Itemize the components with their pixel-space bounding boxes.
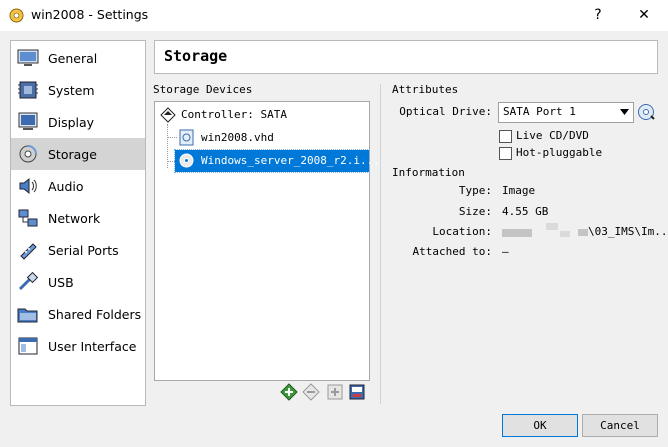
type-label: Type:	[458, 184, 492, 197]
tree-item-optical-disk[interactable]: Windows_server_2008_r2.i...	[174, 149, 380, 173]
hot-pluggable-checkbox[interactable]	[499, 147, 512, 160]
app-icon	[9, 8, 24, 23]
sidebar-item-label: Shared Folders	[48, 307, 142, 322]
system-icon	[18, 81, 38, 99]
sidebar-item-label: General	[48, 51, 98, 66]
sidebar-item-label: Audio	[48, 179, 84, 194]
remove-controller-icon[interactable]	[302, 383, 320, 401]
redacted-path	[546, 223, 558, 230]
remove-attachment-icon[interactable]	[348, 383, 366, 401]
sidebar-item-network[interactable]: Network	[11, 202, 145, 234]
sidebar-item-audio[interactable]: Audio	[11, 170, 145, 202]
sidebar-item-label: Network	[48, 211, 101, 226]
page-title: Storage	[164, 47, 228, 65]
tree-item-hard-disk[interactable]: win2008.vhd	[201, 127, 274, 149]
optical-drive-select[interactable]: SATA Port 1	[498, 102, 634, 123]
tree-line	[167, 137, 177, 138]
attached-to-label: Attached to:	[412, 245, 492, 258]
user-interface-icon	[18, 337, 38, 355]
sidebar-item-label: Serial Ports	[48, 243, 119, 258]
redacted-path	[560, 231, 570, 237]
sidebar-item-system[interactable]: System	[11, 74, 145, 106]
sidebar-item-usb[interactable]: USB	[11, 266, 145, 298]
hard-disk-icon	[179, 129, 194, 146]
sidebar-item-label: Storage	[48, 147, 97, 162]
settings-sidebar: General System Display Storage Audio Net…	[10, 40, 146, 406]
sidebar-item-user-interface[interactable]: User Interface	[11, 330, 145, 362]
tree-item-label: Windows_server_2008_r2.i...	[201, 154, 380, 167]
sidebar-item-label: System	[48, 83, 95, 98]
window-title: win2008 - Settings	[31, 7, 149, 22]
sidebar-item-shared-folders[interactable]: Shared Folders	[11, 298, 145, 330]
chevron-down-icon	[620, 109, 629, 115]
optical-disk-icon	[179, 153, 194, 168]
page-title-box: Storage	[154, 40, 658, 74]
sidebar-item-display[interactable]: Display	[11, 106, 145, 138]
redacted-path	[502, 229, 532, 237]
display-icon	[18, 112, 38, 130]
size-value: 4.55 GB	[502, 205, 549, 218]
sidebar-item-label: Display	[48, 115, 95, 130]
sidebar-item-general[interactable]: General	[11, 42, 145, 74]
usb-icon	[18, 272, 39, 291]
information-label: Information	[392, 166, 465, 179]
panel-separator	[380, 84, 381, 404]
size-label: Size:	[458, 205, 492, 218]
attached-to-value: —	[502, 245, 509, 258]
storage-icon	[19, 145, 37, 163]
live-cd-checkbox[interactable]	[499, 130, 512, 143]
audio-icon	[19, 177, 37, 195]
location-label: Location:	[432, 225, 492, 238]
title-bar: win2008 - Settings ? ✕	[0, 0, 668, 31]
sidebar-item-label: USB	[48, 275, 74, 290]
help-button[interactable]: ?	[585, 4, 611, 26]
type-value: Image	[502, 184, 536, 197]
network-icon	[18, 209, 38, 227]
sidebar-item-storage[interactable]: Storage	[11, 138, 145, 170]
general-icon	[17, 49, 39, 66]
sidebar-item-serial-ports[interactable]: Serial Ports	[11, 234, 145, 266]
redacted-path	[578, 229, 588, 236]
controller-icon	[160, 107, 176, 123]
hot-pluggable-label: Hot-pluggable	[516, 146, 603, 159]
sidebar-item-label: User Interface	[48, 339, 137, 354]
attributes-label: Attributes	[392, 83, 459, 96]
add-attachment-icon[interactable]	[326, 383, 344, 401]
close-button[interactable]: ✕	[631, 4, 657, 26]
ok-button[interactable]: OK	[502, 414, 578, 437]
add-controller-icon[interactable]	[280, 383, 298, 401]
shared-folders-icon	[17, 308, 38, 323]
live-cd-label: Live CD/DVD	[516, 129, 589, 142]
controller-sata[interactable]: Controller: SATA	[181, 105, 287, 127]
storage-tree[interactable]: Controller: SATA win2008.vhd Windows_ser…	[154, 101, 380, 381]
choose-disk-icon[interactable]	[637, 103, 655, 121]
cancel-button[interactable]: Cancel	[582, 414, 658, 437]
optical-drive-value: SATA Port 1	[503, 105, 576, 118]
storage-devices-label: Storage Devices	[153, 83, 253, 96]
optical-drive-label: Optical Drive:	[399, 105, 492, 118]
location-value: \03_IMS\Im...	[588, 225, 668, 238]
serial-ports-icon	[20, 243, 37, 260]
